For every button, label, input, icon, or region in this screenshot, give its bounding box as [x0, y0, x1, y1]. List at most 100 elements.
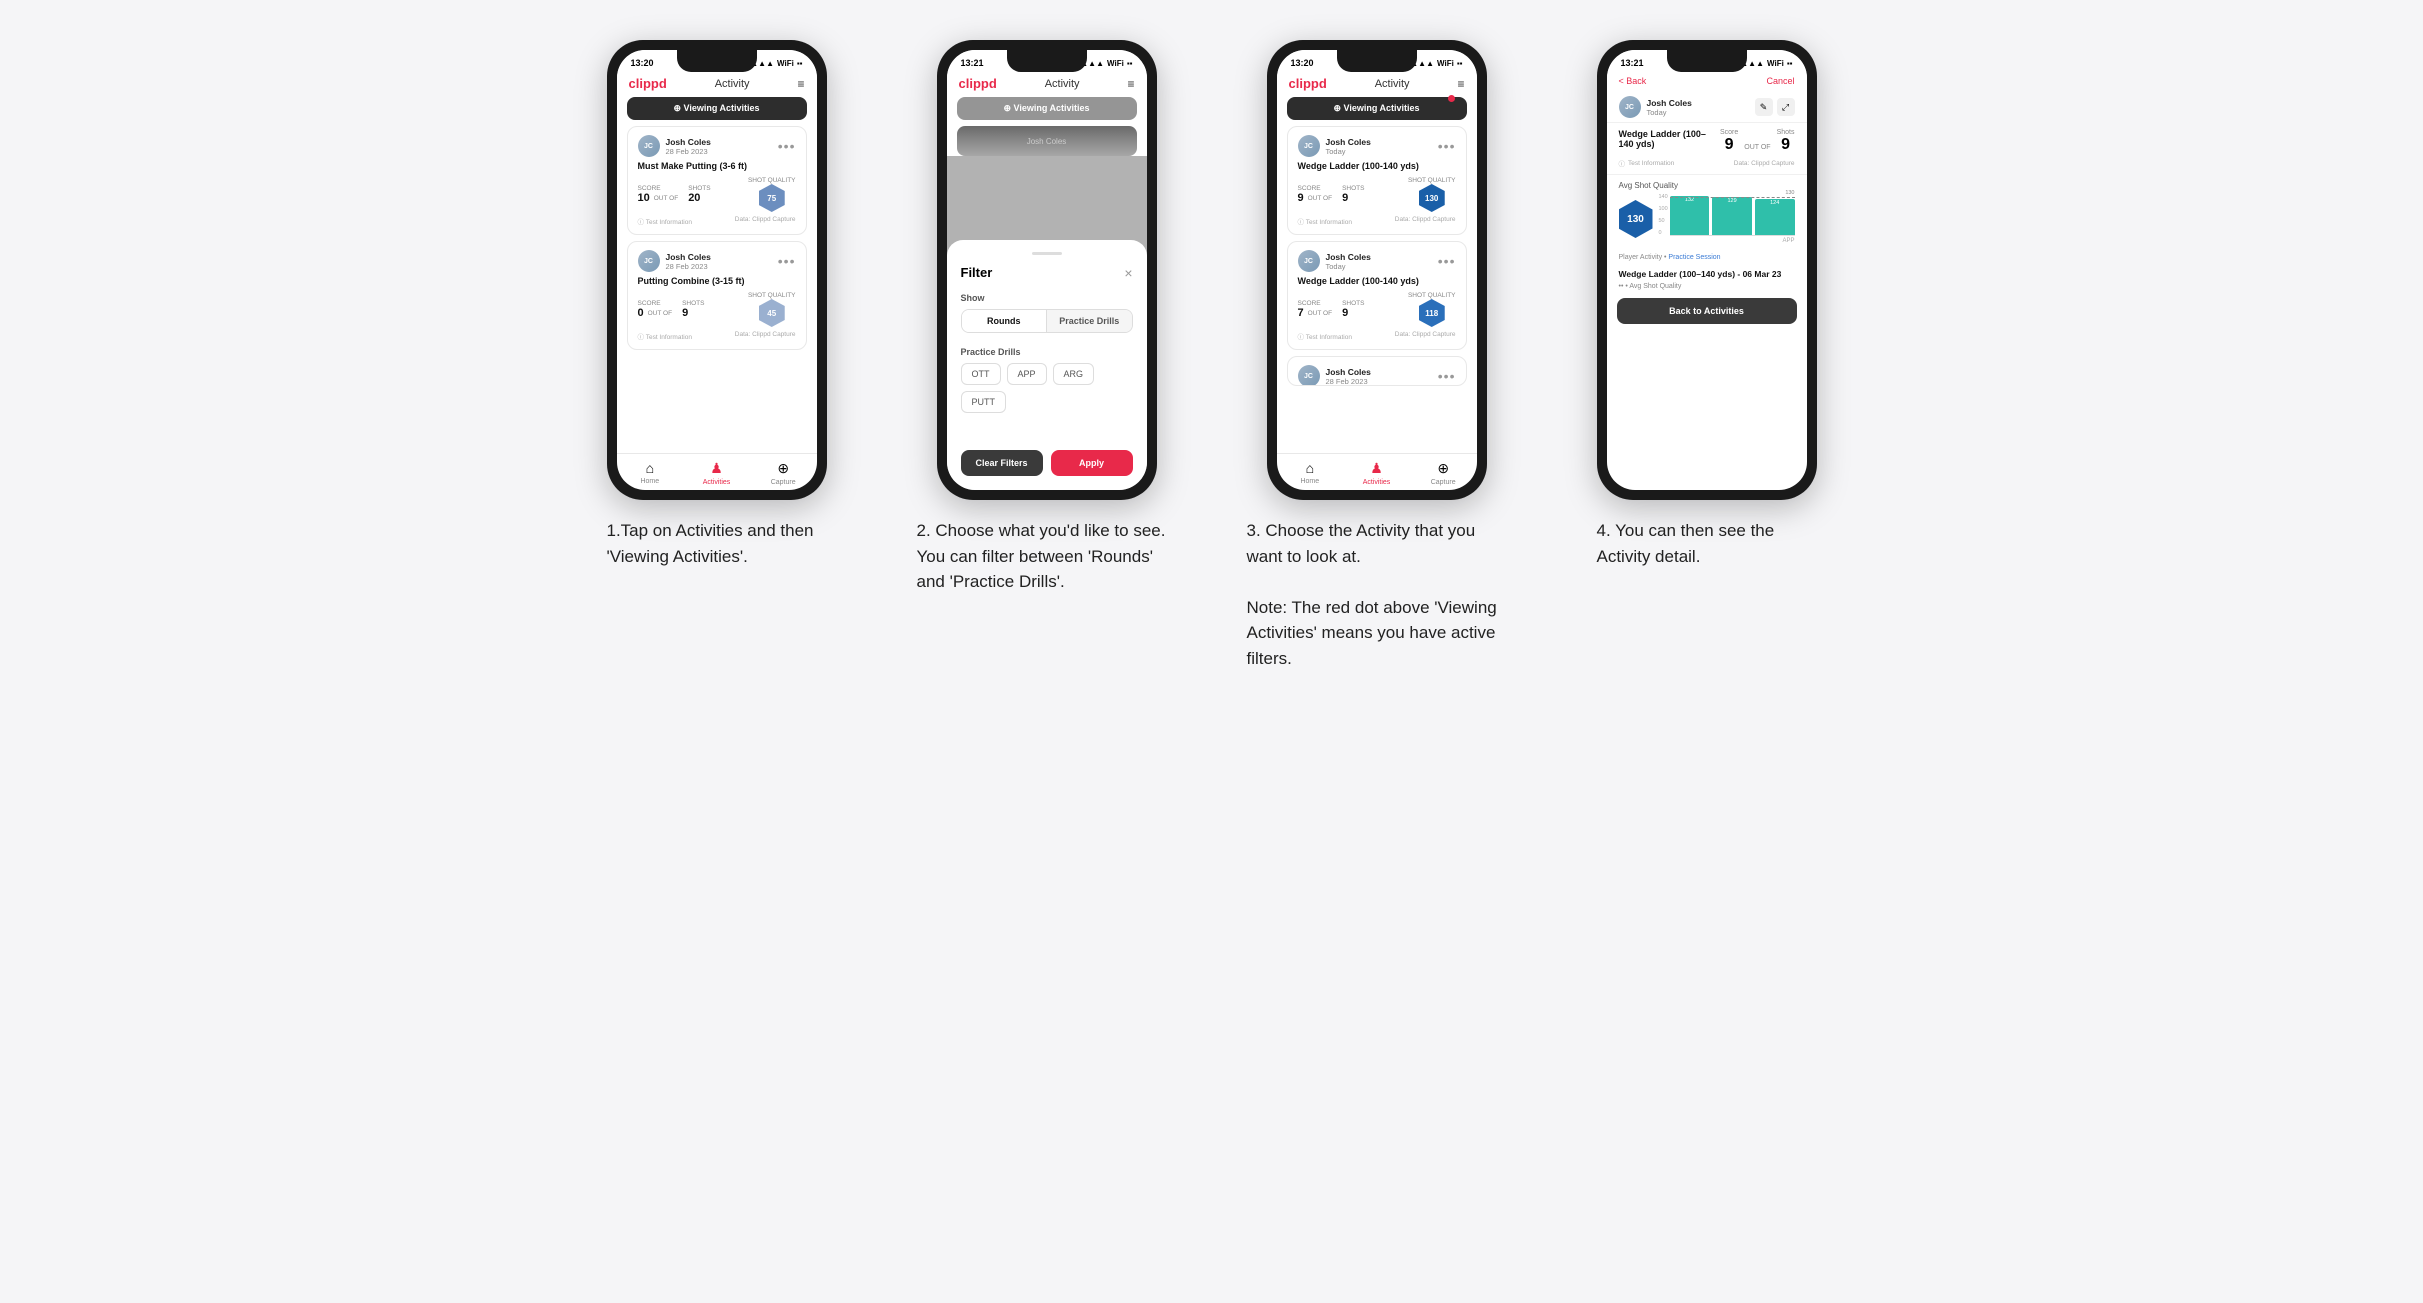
app-header-1: clippd Activity ≡ [617, 72, 817, 97]
filter-practice-label: Practice Drills [961, 347, 1133, 357]
score-value-3-2: 7 [1298, 307, 1304, 319]
filter-overlay-2: Filter × Show Rounds Practice Drills Pra… [947, 240, 1147, 491]
back-header-4: < Back Cancel [1607, 72, 1807, 92]
more-dots-3-2[interactable]: ••• [1438, 257, 1456, 265]
viewing-bar-1[interactable]: ⊕ Viewing Activities [627, 97, 807, 120]
more-dots-3-1[interactable]: ••• [1438, 142, 1456, 150]
filter-modal-wrap-2: Filter × Show Rounds Practice Drills Pra… [947, 156, 1147, 490]
shot-quality-group-3-2: Shot Quality 118 [1408, 292, 1456, 327]
edit-icon-4[interactable]: ✎ [1755, 98, 1773, 116]
capture-icon-3: ⊕ [1437, 460, 1449, 477]
hamburger-icon-3[interactable]: ≡ [1457, 77, 1464, 91]
activity-card-3-3[interactable]: JC Josh Coles 28 Feb 2023 ••• [1287, 356, 1467, 386]
filter-toggle-rounds[interactable]: Rounds [962, 310, 1048, 332]
quality-label-3-2: Shot Quality [1408, 292, 1456, 299]
detail-shots-label-4: Shots [1777, 129, 1795, 136]
card-footer-3-1: ⓘ Test Information Data: Clippd Capture [1298, 216, 1456, 226]
footer-right-1-1: Data: Clippd Capture [735, 216, 796, 226]
avg-shot-section-4: Avg Shot Quality 130 140 100 50 0 [1607, 174, 1807, 250]
out-of-3-2: OUT OF [1308, 310, 1332, 317]
more-dots-1-2[interactable]: ••• [778, 257, 796, 265]
stats-row-1-1: Score 10 OUT OF Shots 20 [638, 177, 796, 212]
nav-activities-1[interactable]: ♟ Activities [683, 460, 750, 486]
nav-capture-3[interactable]: ⊕ Capture [1410, 460, 1477, 486]
drill-btn-ott[interactable]: OTT [961, 363, 1001, 385]
chart-row-4: 130 140 100 50 0 [1619, 194, 1795, 244]
stat-group-shots-1-2: Shots 9 [682, 300, 704, 319]
user-name-date-3-2: Josh Coles Today [1326, 252, 1371, 271]
nav-home-3[interactable]: ⌂ Home [1277, 460, 1344, 486]
drill-btn-putt[interactable]: PUTT [961, 391, 1007, 413]
caption-3: 3. Choose the Activity that you want to … [1247, 518, 1507, 671]
quality-badge-1-2: 45 [759, 299, 785, 327]
y-label-140: 140 [1659, 194, 1668, 200]
expand-icon-4[interactable]: ⤢ [1777, 98, 1795, 116]
score-inline-1-2: 0 OUT OF [638, 307, 675, 319]
back-btn-4[interactable]: < Back [1619, 76, 1647, 86]
status-icons-2: ▲▲▲ WiFi ▪▪ [1080, 59, 1132, 68]
activity-card-1-2[interactable]: JC Josh Coles 28 Feb 2023 ••• Putting Co… [627, 241, 807, 350]
filter-toggle-practice[interactable]: Practice Drills [1047, 310, 1132, 332]
user-name-date-3-1: Josh Coles Today [1326, 137, 1371, 156]
cancel-btn-4[interactable]: Cancel [1766, 76, 1794, 86]
drill-btn-arg[interactable]: ARG [1053, 363, 1095, 385]
more-dots-1-1[interactable]: ••• [778, 142, 796, 150]
activity-title-3-1: Wedge Ladder (100-140 yds) [1298, 161, 1456, 171]
stats-row-1-2: Score 0 OUT OF Shots 9 [638, 292, 796, 327]
time-1: 13:20 [631, 58, 654, 68]
user-name-3-3: Josh Coles [1326, 367, 1371, 377]
info-row-4: ⓘ Test Information Data: Clippd Capture [1619, 158, 1795, 168]
drill-btn-app[interactable]: APP [1007, 363, 1047, 385]
practice-session-link-4[interactable]: Practice Session [1668, 254, 1720, 261]
step-3-container: 13:20 ▲▲▲ WiFi ▪▪ clippd Activity ≡ ⊕ Vi… [1227, 40, 1527, 671]
avatar-img-3-3: JC [1298, 365, 1320, 386]
nav-home-1[interactable]: ⌂ Home [617, 460, 684, 486]
y-axis-4: 140 100 50 0 [1659, 194, 1668, 236]
user-name-date-3-3: Josh Coles 28 Feb 2023 [1326, 367, 1371, 386]
clear-filters-btn[interactable]: Clear Filters [961, 450, 1043, 476]
viewing-bar-text-2: ⊕ Viewing Activities [1003, 103, 1089, 114]
activities-icon-3: ♟ [1370, 460, 1383, 477]
score-inline-3-1: 9 OUT OF [1298, 192, 1335, 204]
avatar-3-3: JC [1298, 365, 1320, 386]
more-dots-3-3[interactable]: ••• [1438, 372, 1456, 380]
home-label-1: Home [640, 478, 659, 485]
activity-card-1-1[interactable]: JC Josh Coles 28 Feb 2023 ••• Must Make … [627, 126, 807, 235]
step-1-container: 13:20 ▲▲▲ WiFi ▪▪ clippd Activity ≡ ⊕ Vi… [567, 40, 867, 671]
session-drill-title-4: Wedge Ladder (100–140 yds) - 06 Mar 23 [1607, 265, 1807, 281]
time-3: 13:20 [1291, 58, 1314, 68]
back-activities-btn-4[interactable]: Back to Activities [1617, 298, 1797, 324]
avatar-img-3-1: JC [1298, 135, 1320, 157]
activity-title-1-1: Must Make Putting (3-6 ft) [638, 161, 796, 171]
shots-label-1-1: Shots [688, 185, 710, 192]
bar-3-label-4: 124 [1770, 199, 1779, 206]
avatar-img-4: JC [1619, 96, 1641, 118]
battery-icon-4: ▪▪ [1787, 59, 1793, 68]
user-name-date-1-1: Josh Coles 28 Feb 2023 [666, 137, 711, 156]
nav-activities-3[interactable]: ♟ Activities [1343, 460, 1410, 486]
hamburger-icon-1[interactable]: ≡ [797, 77, 804, 91]
avatar-img-3-2: JC [1298, 250, 1320, 272]
nav-capture-1[interactable]: ⊕ Capture [750, 460, 817, 486]
capture-label-1: Capture [771, 479, 796, 486]
detail-shots-col-4: Shots 9 [1777, 129, 1795, 154]
y-label-50: 50 [1659, 218, 1668, 224]
score-label-3-1: Score [1298, 185, 1335, 192]
screen-content-3: JC Josh Coles Today ••• Wedge Ladder (10… [1277, 126, 1477, 453]
apply-filters-btn[interactable]: Apply [1051, 450, 1133, 476]
activity-card-3-2[interactable]: JC Josh Coles Today ••• Wedge Ladder (10… [1287, 241, 1467, 350]
hamburger-icon-2[interactable]: ≡ [1127, 77, 1134, 91]
user-name-date-1-2: Josh Coles 28 Feb 2023 [666, 252, 711, 271]
app-header-3: clippd Activity ≡ [1277, 72, 1477, 97]
filter-show-label: Show [961, 293, 1133, 303]
user-date-1-2: 28 Feb 2023 [666, 262, 711, 271]
score-label-3-2: Score [1298, 300, 1335, 307]
filter-handle-2 [1032, 252, 1062, 255]
viewing-bar-3[interactable]: ⊕ Viewing Activities [1287, 97, 1467, 120]
battery-icon-3: ▪▪ [1457, 59, 1463, 68]
footer-left-1-2: ⓘ Test Information [638, 331, 692, 341]
activity-card-3-1[interactable]: JC Josh Coles Today ••• Wedge Ladder (10… [1287, 126, 1467, 235]
footer-left-3-1: ⓘ Test Information [1298, 216, 1352, 226]
caption-2: 2. Choose what you'd like to see. You ca… [917, 518, 1177, 595]
filter-close-btn[interactable]: × [1124, 265, 1132, 281]
